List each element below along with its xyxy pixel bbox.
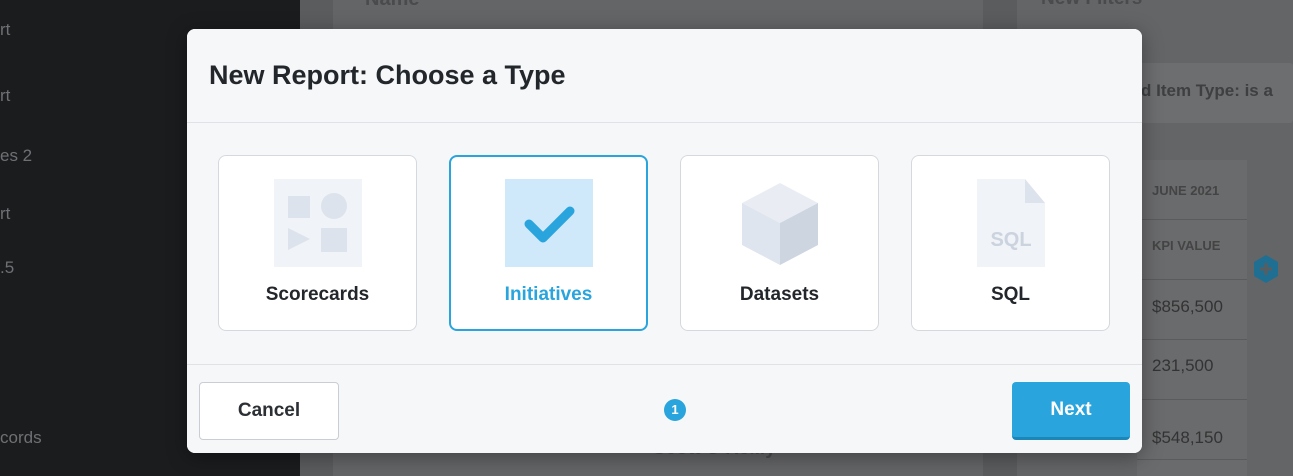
- sidebar-item: rt: [0, 86, 11, 105]
- report-type-label: Scorecards: [265, 284, 370, 305]
- sidebar-item: es 2: [0, 146, 33, 165]
- modal-header: New Report: Choose a Type: [187, 29, 1142, 123]
- cube-icon: [742, 183, 818, 265]
- background-filter-box: d Item Type: is a: [1137, 63, 1293, 123]
- table-cell: $548,150: [1152, 428, 1223, 447]
- report-type-label: SQL: [990, 284, 1031, 305]
- sidebar-item: .5: [0, 258, 15, 277]
- report-type-sql[interactable]: SQL SQL: [911, 155, 1110, 331]
- modal-footer: Cancel 1 Next: [187, 364, 1142, 453]
- background-filter-text: d Item Type: is a: [1141, 81, 1273, 100]
- table-header: JUNE 2021: [1152, 183, 1220, 198]
- add-hexagon-icon: [1254, 255, 1278, 283]
- checkmark-icon: [505, 179, 593, 267]
- sidebar-item: rt: [0, 20, 11, 39]
- sidebar-item: cords: [0, 428, 42, 447]
- report-type-label: Initiatives: [504, 284, 593, 305]
- report-type-datasets[interactable]: Datasets: [680, 155, 879, 331]
- sql-file-icon: SQL: [977, 179, 1045, 267]
- table-cell: $856,500: [1152, 297, 1223, 316]
- next-button[interactable]: Next: [1012, 382, 1130, 440]
- modal-title: New Report: Choose a Type: [209, 60, 566, 90]
- sidebar-item: rt: [0, 204, 11, 223]
- cancel-button[interactable]: Cancel: [199, 382, 339, 440]
- svg-text:SQL: SQL: [990, 229, 1031, 251]
- report-type-options: Scorecards Initiatives Datasets SQL SQL: [187, 123, 1142, 364]
- table-header: KPI VALUE: [1152, 238, 1221, 253]
- background-header-name: Name: [365, 0, 419, 11]
- background-filters-title: New Filters: [1041, 0, 1142, 10]
- new-report-modal: New Report: Choose a Type Scorecards Ini…: [187, 29, 1142, 453]
- report-type-initiatives[interactable]: Initiatives: [449, 155, 648, 331]
- step-indicator: 1: [664, 399, 686, 421]
- report-type-scorecards[interactable]: Scorecards: [218, 155, 417, 331]
- table-cell: 231,500: [1152, 356, 1214, 375]
- report-type-label: Datasets: [739, 284, 820, 305]
- scorecards-shapes-icon: [274, 179, 362, 267]
